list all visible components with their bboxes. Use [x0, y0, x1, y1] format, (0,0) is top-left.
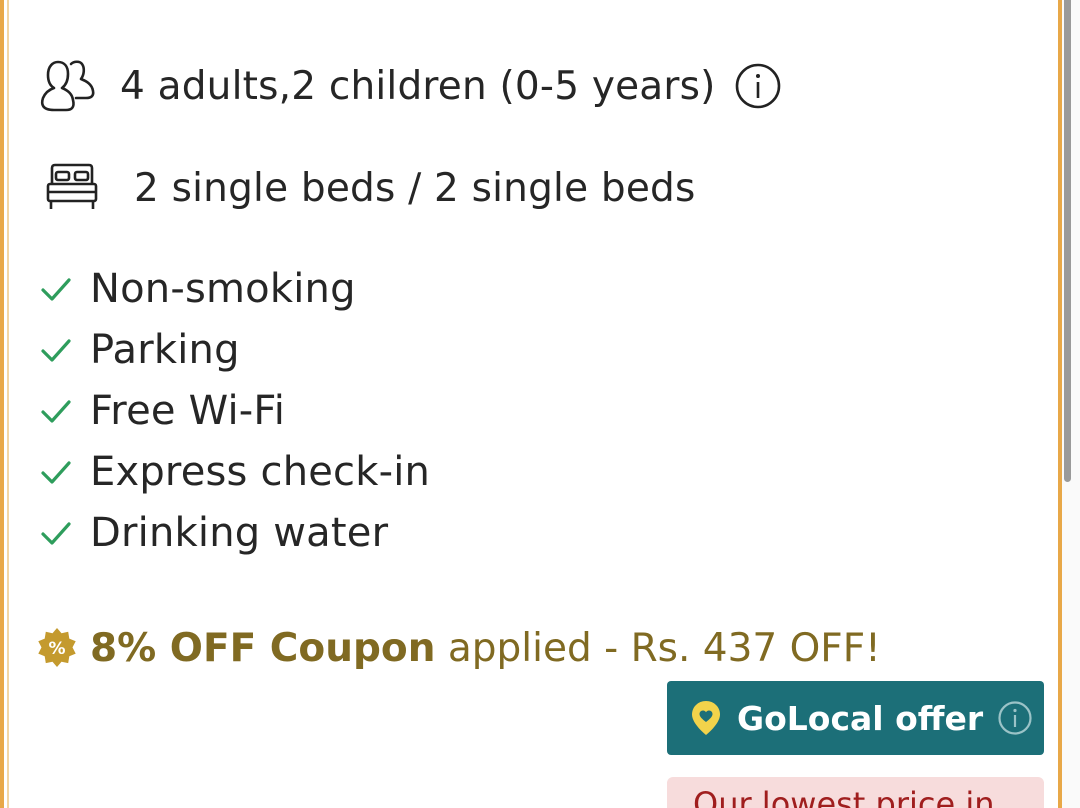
card-edge [7, 0, 9, 808]
guests-text: 4 adults,2 children (0-5 years) [120, 63, 716, 109]
check-icon [38, 393, 74, 429]
svg-text:%: % [48, 639, 65, 659]
feature-label: Drinking water [90, 509, 389, 556]
lowest-price-text: Our lowest price in [693, 785, 995, 808]
beds-text: 2 single beds / 2 single beds [134, 165, 696, 211]
guests-row: 4 adults,2 children (0-5 years) [38, 56, 782, 116]
check-icon [38, 515, 74, 551]
discount-badge-icon: % [36, 627, 78, 669]
feature-label: Parking [90, 326, 240, 373]
check-icon [38, 332, 74, 368]
scrollbar-thumb[interactable] [1064, 0, 1071, 482]
feature-list: Non-smoking Parking Free Wi-Fi Express c… [38, 258, 430, 563]
coupon-detail: applied - Rs. 437 OFF! [435, 625, 881, 671]
info-icon[interactable] [997, 700, 1033, 736]
feature-item: Free Wi-Fi [38, 380, 430, 441]
golocal-offer-badge[interactable]: GoLocal offer [667, 681, 1044, 755]
check-icon [38, 271, 74, 307]
people-icon [38, 58, 98, 114]
feature-item: Express check-in [38, 441, 430, 502]
coupon-highlight: 8% OFF Coupon [90, 625, 436, 671]
feature-item: Drinking water [38, 502, 430, 563]
info-icon[interactable] [734, 62, 782, 110]
coupon-row: % 8% OFF Coupon applied - Rs. 437 OFF! [36, 618, 881, 678]
lowest-price-banner: Our lowest price in [667, 777, 1044, 808]
feature-label: Express check-in [90, 448, 431, 495]
feature-label: Free Wi-Fi [90, 387, 286, 434]
feature-item: Non-smoking [38, 258, 430, 319]
golocal-label: GoLocal offer [737, 698, 984, 738]
location-pin-icon [689, 699, 723, 737]
check-icon [38, 454, 74, 490]
feature-label: Non-smoking [90, 265, 356, 312]
beds-row: 2 single beds / 2 single beds [44, 158, 696, 218]
feature-item: Parking [38, 319, 430, 380]
bed-icon [44, 162, 100, 214]
